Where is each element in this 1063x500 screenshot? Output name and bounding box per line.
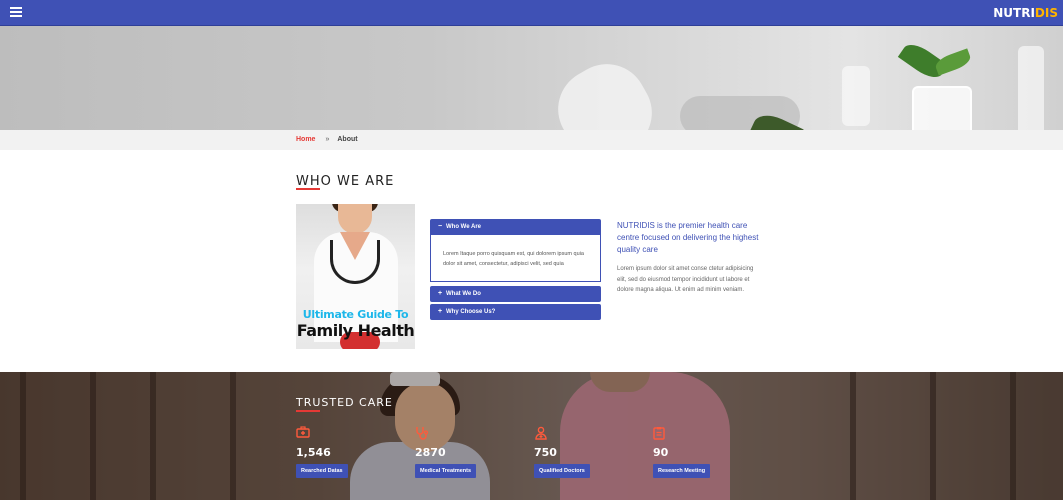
stat-research-meeting: 90 Research Meeting bbox=[653, 426, 743, 478]
stat-medical-treatments: 2870 Medical Treatments bbox=[415, 426, 505, 478]
intro-paragraph: Lorem ipsum dolor sit amet conse ctetur … bbox=[617, 266, 754, 293]
minus-icon: − bbox=[438, 223, 443, 230]
stat-value: 1,546 bbox=[296, 446, 331, 459]
accordion-header-what-we-do[interactable]: + What We Do bbox=[430, 286, 601, 302]
heading-underline bbox=[296, 188, 320, 190]
intro-lead-text: NUTRIDIS is the premier health care cent… bbox=[617, 221, 759, 254]
brand-part2: DIS bbox=[1034, 6, 1058, 20]
medical-kit-icon bbox=[296, 426, 312, 440]
stat-researched-datas: 1,546 Rearched Datas bbox=[296, 426, 386, 478]
accordion-item-what-we-do: + What We Do bbox=[430, 286, 601, 302]
stat-label-button[interactable]: Rearched Datas bbox=[296, 464, 348, 478]
book-title-line2: Family Health bbox=[296, 321, 415, 340]
plus-icon: + bbox=[438, 290, 443, 297]
heading-underline bbox=[296, 410, 320, 412]
accordion-body: Lorem Itaque porro quisquam est, qui dol… bbox=[430, 235, 601, 282]
stat-value: 90 bbox=[653, 446, 669, 459]
accordion-header-why-choose-us[interactable]: + Why Choose Us? bbox=[430, 304, 601, 320]
stat-value: 2870 bbox=[415, 446, 446, 459]
stat-label-button[interactable]: Qualified Doctors bbox=[534, 464, 590, 478]
accordion-item-who-we-are: − Who We Are Lorem Itaque porro quisquam … bbox=[430, 219, 601, 282]
accordion-label: Who We Are bbox=[446, 224, 482, 230]
menu-icon[interactable] bbox=[10, 7, 22, 17]
accordion-label: What We Do bbox=[446, 291, 481, 297]
breadcrumb-bar: Home » About bbox=[0, 130, 1063, 150]
hero-banner-image bbox=[0, 26, 1063, 130]
doctor-icon bbox=[534, 426, 550, 440]
accordion-item-why-choose-us: + Why Choose Us? bbox=[430, 304, 601, 320]
stat-label-button[interactable]: Medical Treatments bbox=[415, 464, 477, 478]
brand-part1: NUTRI bbox=[993, 6, 1035, 20]
accordion-label: Why Choose Us? bbox=[446, 309, 496, 315]
plus-icon: + bbox=[438, 308, 443, 315]
accordion-header-who-we-are[interactable]: − Who We Are bbox=[430, 219, 601, 235]
clipboard-icon bbox=[653, 426, 669, 440]
book-title-line1: Ultimate Guide To bbox=[302, 308, 409, 321]
who-we-are-heading: WHO WE ARE bbox=[296, 174, 395, 189]
stat-qualified-doctors: 750 Qualified Doctors bbox=[534, 426, 624, 478]
stat-label-button[interactable]: Research Meeting bbox=[653, 464, 711, 478]
stat-value: 750 bbox=[534, 446, 557, 459]
breadcrumb-current: About bbox=[337, 136, 358, 143]
breadcrumb-separator: » bbox=[325, 136, 330, 143]
breadcrumb: Home » About bbox=[296, 136, 358, 143]
top-navbar: NUTRIDIS bbox=[0, 0, 1063, 26]
brand-logo[interactable]: NUTRIDIS bbox=[993, 6, 1058, 20]
stethoscope-icon bbox=[415, 426, 431, 440]
book-cover-image: Ultimate Guide To Family Health bbox=[296, 204, 415, 349]
breadcrumb-home-link[interactable]: Home bbox=[296, 136, 315, 143]
trusted-care-heading: TRUSTED CARE bbox=[296, 396, 393, 409]
trusted-care-section: TRUSTED CARE 1,546 Rearched Datas 2870 M… bbox=[0, 372, 1063, 500]
